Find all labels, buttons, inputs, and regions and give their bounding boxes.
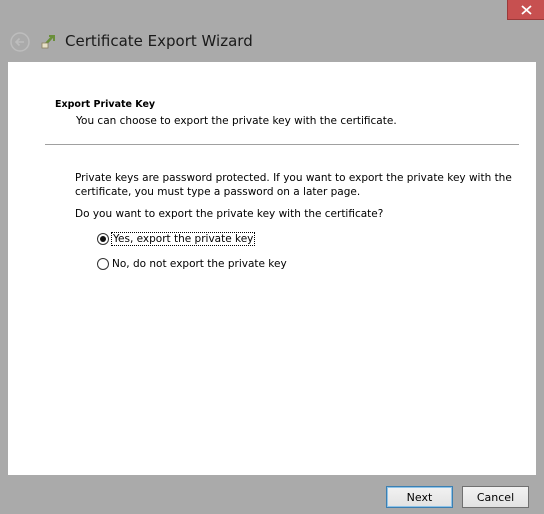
- page-subheading: You can choose to export the private key…: [76, 115, 397, 127]
- wizard-footer: Next Cancel: [0, 475, 544, 514]
- question-text: Do you want to export the private key wi…: [75, 208, 384, 220]
- back-arrow-icon: [10, 32, 30, 52]
- wizard-window: Certificate Export Wizard Export Private…: [0, 0, 544, 514]
- certificate-icon: [41, 33, 57, 49]
- description-text: Private keys are password protected. If …: [75, 171, 515, 199]
- close-button[interactable]: [507, 0, 544, 20]
- radio-button-no[interactable]: [97, 258, 109, 270]
- wizard-title: Certificate Export Wizard: [65, 32, 253, 50]
- wizard-content: Export Private Key You can choose to exp…: [8, 62, 536, 475]
- radio-button-yes[interactable]: [97, 233, 109, 245]
- header-divider: [45, 144, 519, 145]
- close-icon: [521, 5, 532, 15]
- page-heading: Export Private Key: [55, 99, 156, 110]
- next-button[interactable]: Next: [386, 486, 453, 508]
- radio-label-no[interactable]: No, do not export the private key: [112, 258, 287, 270]
- radio-label-yes[interactable]: Yes, export the private key: [110, 232, 256, 246]
- back-button[interactable]: [10, 32, 30, 52]
- cancel-button[interactable]: Cancel: [462, 486, 529, 508]
- radio-option-yes[interactable]: Yes, export the private key: [97, 232, 256, 246]
- description-line-2: certificate, you must type a password on…: [75, 186, 361, 198]
- radio-option-no[interactable]: No, do not export the private key: [97, 257, 287, 271]
- description-line-1: Private keys are password protected. If …: [75, 172, 512, 184]
- wizard-header: Certificate Export Wizard: [0, 22, 544, 62]
